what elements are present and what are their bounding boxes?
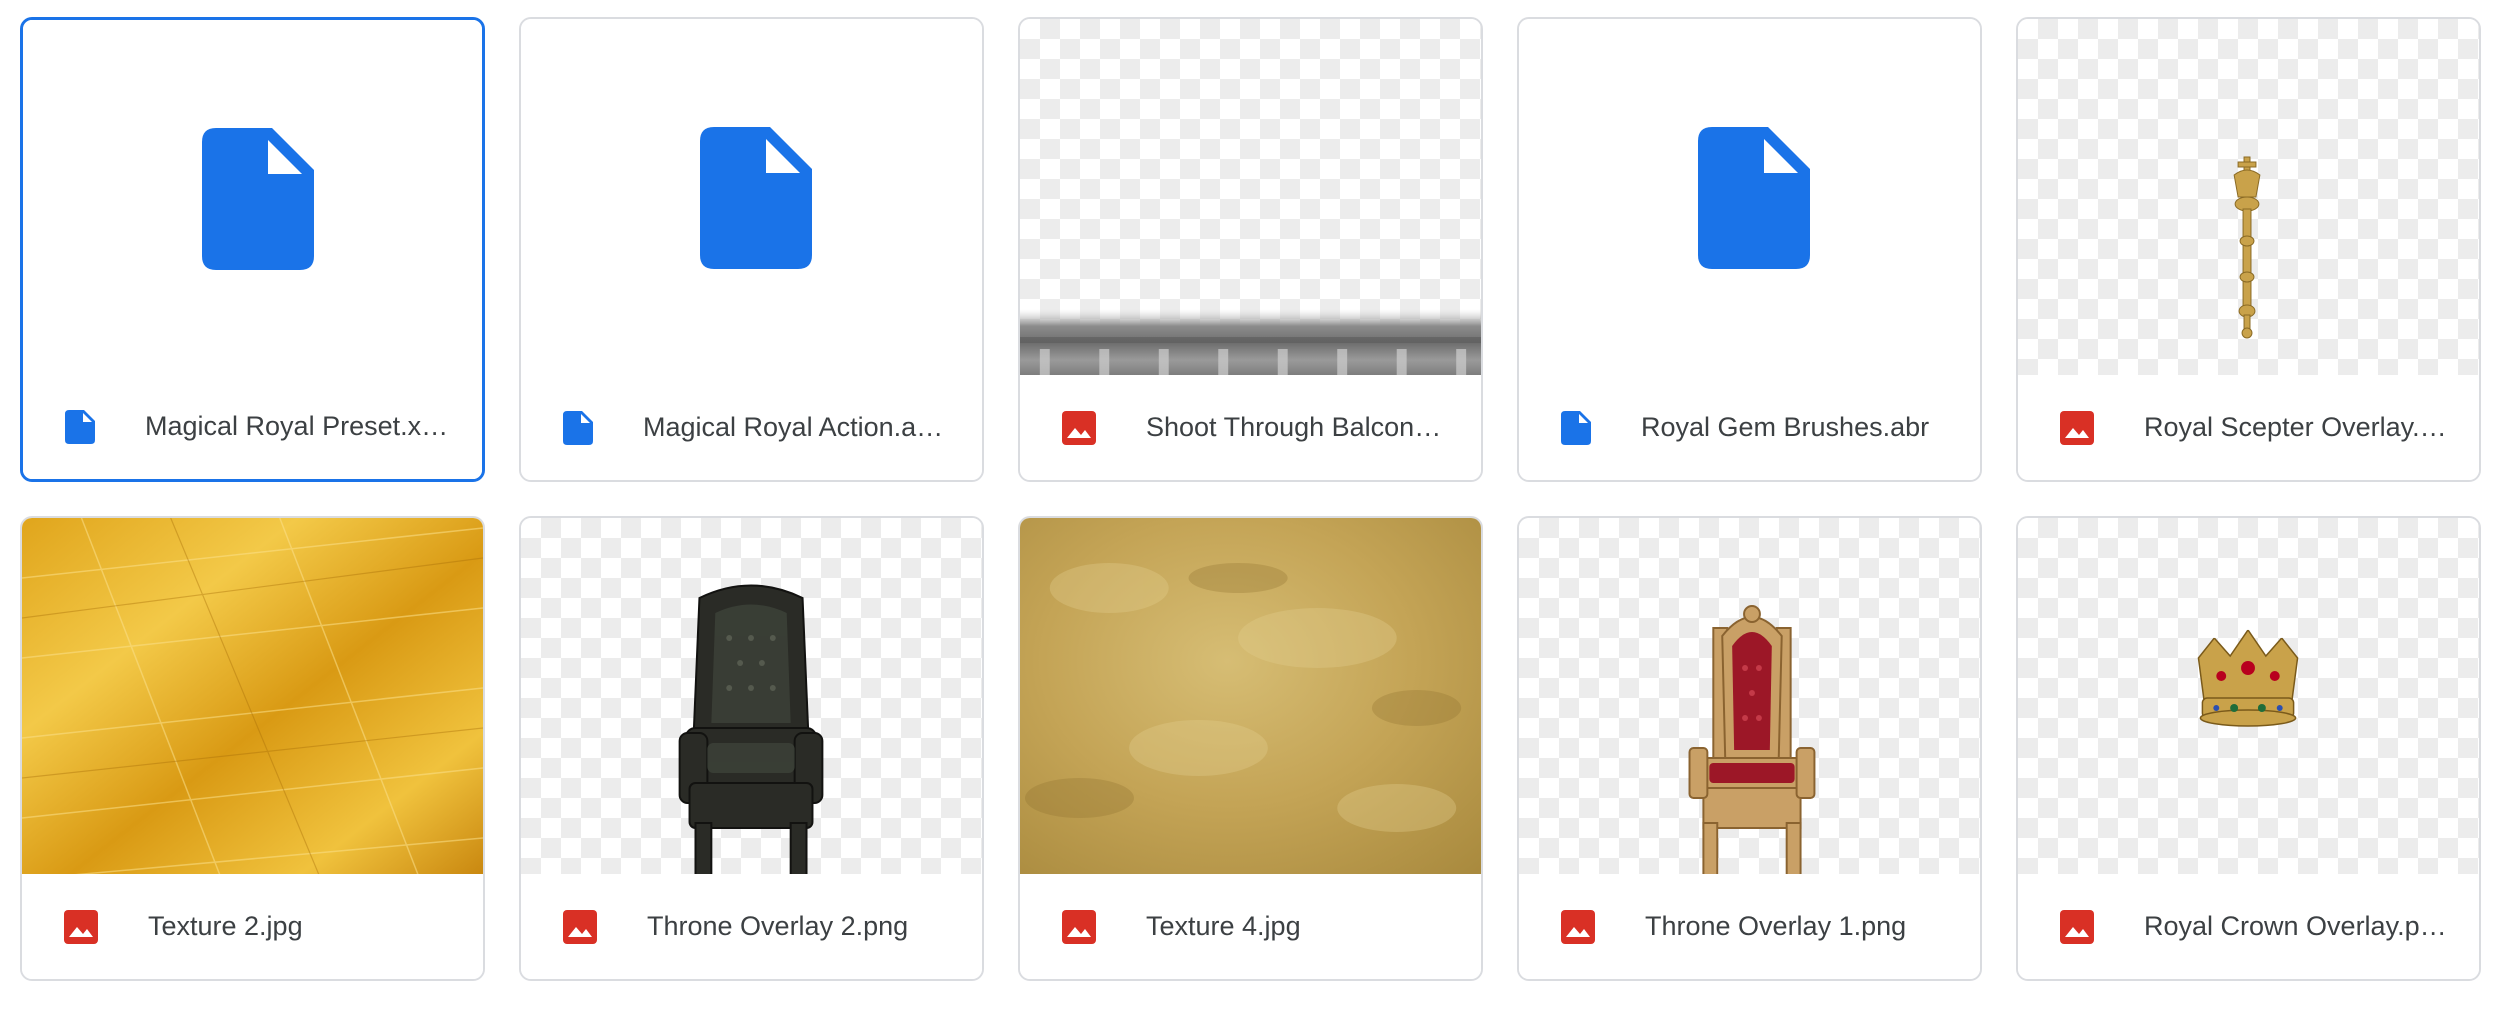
gold-foil-texture-image (22, 518, 483, 876)
file-name: Royal Crown Overlay.p… (2144, 911, 2447, 941)
image-icon (1062, 910, 1096, 944)
file-card-throne-overlay-2[interactable]: Throne Overlay 2.png (519, 516, 984, 981)
file-preview (2018, 19, 2479, 377)
file-name: Magical Royal Action.a… (643, 412, 944, 442)
file-card-texture-2[interactable]: Texture 2.jpg (20, 516, 485, 981)
file-preview (1020, 518, 1481, 876)
file-card-royal-crown-overlay[interactable]: Royal Crown Overlay.p… (2016, 516, 2481, 981)
file-footer: Texture 2.jpg (22, 874, 483, 979)
gold-scepter-image (2233, 156, 2261, 339)
file-preview (521, 518, 982, 876)
image-icon (1062, 411, 1096, 445)
file-footer: Magical Royal Preset.x… (23, 374, 482, 479)
file-card-throne-overlay-1[interactable]: Throne Overlay 1.png (1517, 516, 1982, 981)
file-name: Texture 4.jpg (1146, 911, 1301, 941)
file-footer: Royal Scepter Overlay.… (2018, 375, 2479, 480)
file-preview (23, 20, 482, 378)
file-preview (2018, 518, 2479, 876)
file-name: Throne Overlay 2.png (647, 911, 909, 941)
dark-throne-image (678, 584, 824, 876)
document-icon (700, 127, 812, 269)
file-footer: Royal Crown Overlay.p… (2018, 874, 2479, 979)
document-icon (202, 128, 314, 270)
file-card-royal-gem-brushes[interactable]: Royal Gem Brushes.abr (1517, 17, 1982, 482)
file-footer: Throne Overlay 1.png (1519, 874, 1980, 979)
file-name: Throne Overlay 1.png (1645, 911, 1907, 941)
document-icon (563, 411, 593, 445)
file-footer: Texture 4.jpg (1020, 874, 1481, 979)
balcony-railing-image (1020, 309, 1481, 377)
document-icon (1561, 411, 1591, 445)
file-footer: Magical Royal Action.a… (521, 375, 982, 480)
file-name: Magical Royal Preset.x… (145, 411, 449, 441)
file-card-royal-scepter-overlay[interactable]: Royal Scepter Overlay.… (2016, 17, 2481, 482)
file-footer: Shoot Through Balcon… (1020, 375, 1481, 480)
image-icon (1561, 910, 1595, 944)
file-preview (521, 19, 982, 377)
image-icon (2060, 910, 2094, 944)
file-name: Royal Scepter Overlay.… (2144, 412, 2447, 442)
image-icon (2060, 411, 2094, 445)
file-card-magical-royal-action[interactable]: Magical Royal Action.a… (519, 17, 984, 482)
file-grid: Magical Royal Preset.x… Magical Royal Ac… (0, 0, 2506, 1010)
file-name: Texture 2.jpg (148, 911, 303, 941)
red-gold-throne-image (1688, 605, 1816, 876)
file-name: Royal Gem Brushes.abr (1641, 412, 1930, 442)
gold-leaf-texture-image (1020, 518, 1481, 876)
file-card-texture-4[interactable]: Texture 4.jpg (1018, 516, 1483, 981)
file-preview (1519, 19, 1980, 377)
file-preview (1020, 19, 1481, 377)
file-preview (1519, 518, 1980, 876)
image-icon (64, 910, 98, 944)
image-icon (563, 910, 597, 944)
jeweled-crown-image (2197, 622, 2299, 727)
file-name: Shoot Through Balcon… (1146, 412, 1442, 442)
document-icon (1698, 127, 1810, 269)
file-footer: Throne Overlay 2.png (521, 874, 982, 979)
file-preview (22, 518, 483, 876)
file-card-magical-royal-preset[interactable]: Magical Royal Preset.x… (20, 17, 485, 482)
file-footer: Royal Gem Brushes.abr (1519, 375, 1980, 480)
document-icon (65, 410, 95, 444)
file-card-shoot-through-balcony[interactable]: Shoot Through Balcon… (1018, 17, 1483, 482)
